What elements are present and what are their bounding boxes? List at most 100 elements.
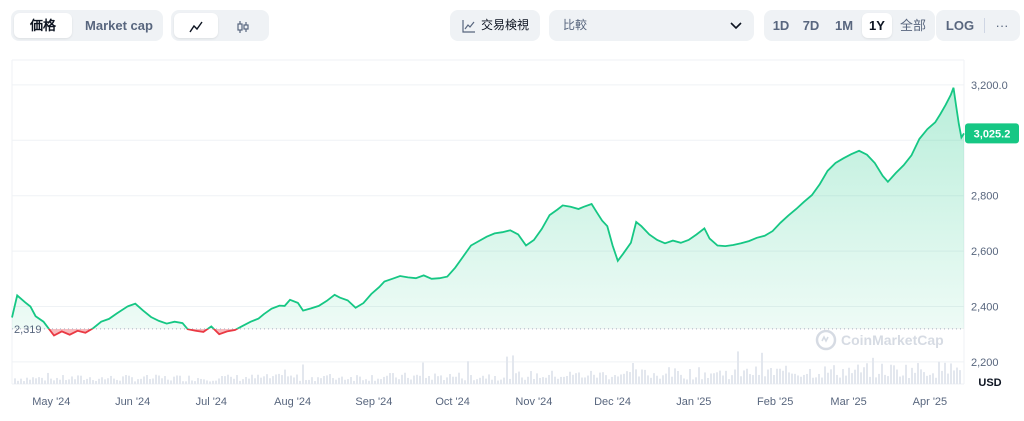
volume-bar xyxy=(917,363,919,384)
volume-bar xyxy=(518,371,520,384)
volume-bar xyxy=(464,380,466,384)
volume-bar xyxy=(188,375,190,384)
more-options-button[interactable]: ··· xyxy=(988,13,1016,38)
volume-bar xyxy=(269,378,271,384)
range-1y[interactable]: 1Y xyxy=(862,13,892,38)
volume-bar xyxy=(329,374,331,384)
volume-bar xyxy=(596,377,598,384)
volume-bar xyxy=(344,379,346,384)
volume-bar xyxy=(878,373,880,384)
volume-bar xyxy=(575,373,577,384)
volume-bar xyxy=(956,367,958,384)
x-tick-label: Aug '24 xyxy=(274,396,311,408)
volume-bar xyxy=(773,375,775,384)
volume-bar xyxy=(704,372,706,384)
volume-bar xyxy=(65,380,67,384)
volume-bar xyxy=(536,373,538,384)
volume-bar xyxy=(227,374,229,384)
volume-bar xyxy=(905,364,907,384)
volume-bar xyxy=(128,375,130,384)
volume-bar xyxy=(959,370,961,384)
volume-bar xyxy=(572,374,574,384)
volume-bar xyxy=(437,376,439,384)
volume-bar xyxy=(767,369,769,384)
volume-bar xyxy=(263,376,265,384)
volume-bar xyxy=(179,375,181,384)
volume-bar xyxy=(245,377,247,384)
price-chart: CoinMarketCap 2,200 2,400 2,600 2,800 3,200.… xyxy=(0,52,1024,416)
volume-bar xyxy=(158,375,160,384)
volume-bar xyxy=(626,371,628,384)
volume-bar xyxy=(194,381,196,384)
range-7d[interactable]: 7D xyxy=(797,13,825,38)
tradingview-button[interactable]: 交易検視 xyxy=(450,10,540,41)
volume-bar xyxy=(200,378,202,384)
volume-bar xyxy=(470,375,472,384)
chart-toolbar: 価格 Market cap 交易検視 比較 1D 7D 1M 1Y 全部 LOG… xyxy=(0,0,1024,52)
volume-bar xyxy=(764,376,766,384)
volume-bar xyxy=(434,373,436,384)
volume-bar xyxy=(539,377,541,384)
current-price-tag: 3,025.2 xyxy=(965,123,1019,144)
volume-bar xyxy=(746,368,748,384)
volume-bar xyxy=(818,373,820,384)
volume-bar xyxy=(821,377,823,384)
volume-bar xyxy=(881,363,883,384)
volume-bar xyxy=(650,377,652,384)
volume-bar xyxy=(509,378,511,384)
line-chart-button[interactable] xyxy=(174,13,218,38)
volume-bar xyxy=(347,379,349,384)
volume-bar xyxy=(92,380,94,384)
volume-bar xyxy=(164,376,166,384)
range-1d[interactable]: 1D xyxy=(768,13,794,38)
volume-bar xyxy=(116,379,118,384)
volume-bar xyxy=(941,370,943,384)
volume-bar xyxy=(734,369,736,384)
volume-bar xyxy=(446,377,448,384)
tab-price[interactable]: 価格 xyxy=(14,13,72,38)
volume-bar xyxy=(86,378,88,384)
volume-bar xyxy=(440,375,442,384)
volume-bar xyxy=(422,362,424,384)
volume-bar xyxy=(479,377,481,384)
volume-bar xyxy=(617,376,619,384)
volume-bar xyxy=(506,356,508,384)
candlestick-icon xyxy=(237,20,249,33)
coinmarketcap-logo-mark xyxy=(821,335,829,343)
volume-bar xyxy=(287,376,289,384)
volume-bar xyxy=(485,378,487,384)
volume-bar xyxy=(455,376,457,384)
volume-bar xyxy=(98,378,100,384)
volume-bar xyxy=(395,377,397,384)
volume-bar xyxy=(791,373,793,384)
tab-market-cap[interactable]: Market cap xyxy=(78,13,160,38)
price-chart-svg[interactable]: CoinMarketCap 2,200 2,400 2,600 2,800 3,200.… xyxy=(0,52,1024,416)
volume-bar xyxy=(272,376,274,384)
volume-bar xyxy=(620,374,622,384)
volume-bar xyxy=(428,375,430,384)
volume-bar xyxy=(554,376,556,384)
volume-bar xyxy=(299,380,301,384)
candlestick-button[interactable] xyxy=(221,13,265,38)
volume-bar xyxy=(500,379,502,384)
volume-bar xyxy=(701,379,703,384)
compare-select[interactable]: 比較 xyxy=(549,10,754,41)
volume-bar xyxy=(191,380,193,384)
range-1m[interactable]: 1M xyxy=(829,13,859,38)
volume-bar xyxy=(761,352,763,384)
volume-bar xyxy=(674,368,676,384)
x-tick-label: Feb '25 xyxy=(757,396,793,408)
volume-bar xyxy=(404,372,406,384)
volume-bar xyxy=(131,377,133,384)
log-scale-button[interactable]: LOG xyxy=(940,13,980,38)
volume-bar xyxy=(749,374,751,384)
volume-bar xyxy=(608,379,610,384)
y-tick-label: 3,200.0 xyxy=(971,80,1008,92)
volume-bar xyxy=(548,374,550,384)
volume-bar xyxy=(407,377,409,384)
volume-bar xyxy=(251,374,253,384)
volume-bar xyxy=(890,364,892,384)
volume-bar xyxy=(503,377,505,384)
volume-bar xyxy=(803,374,805,384)
range-all[interactable]: 全部 xyxy=(896,13,930,38)
